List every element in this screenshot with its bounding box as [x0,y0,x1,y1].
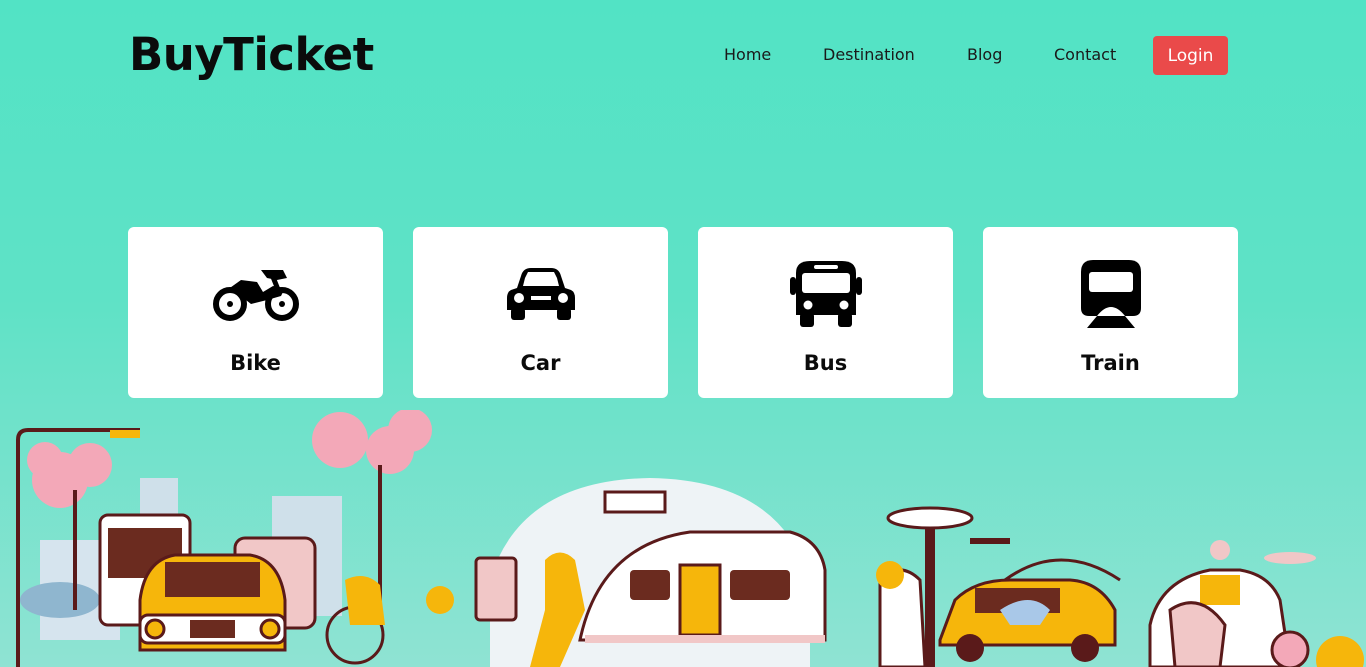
category-label-car: Car [520,351,561,375]
category-card-bus[interactable]: Bus [698,227,953,398]
nav-blog-link[interactable]: Blog [967,45,1002,64]
bus-icon [698,261,953,327]
login-button[interactable]: Login [1153,36,1228,75]
category-card-train[interactable]: Train [983,227,1238,398]
category-card-car[interactable]: Car [413,227,668,398]
nav-contact-link[interactable]: Contact [1054,45,1116,64]
category-card-bike[interactable]: Bike [128,227,383,398]
transport-illustration [16,410,1364,667]
nav-destination-link[interactable]: Destination [823,45,915,64]
motorcycle-icon [128,261,383,327]
car-icon [413,261,668,327]
category-label-train: Train [1081,351,1140,375]
category-label-bike: Bike [230,351,281,375]
category-label-bus: Bus [803,351,848,375]
train-icon [983,260,1238,328]
nav-home-link[interactable]: Home [724,45,771,64]
